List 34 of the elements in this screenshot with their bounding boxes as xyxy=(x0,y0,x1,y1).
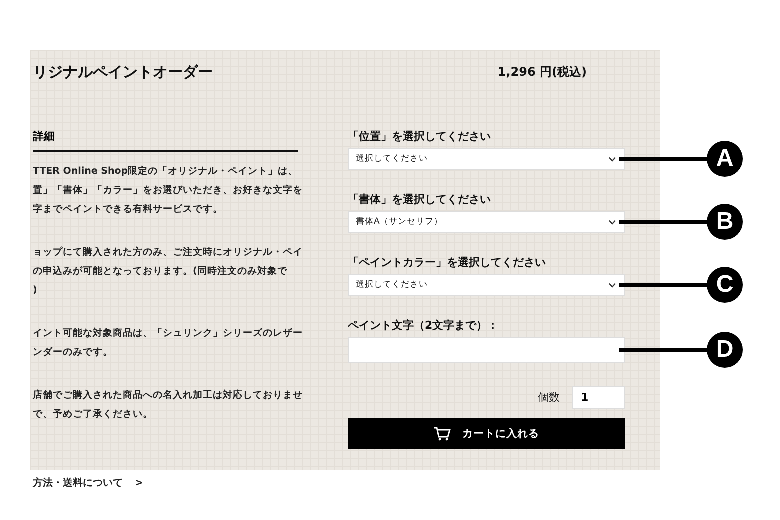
description-text: で、予めご了承ください。 xyxy=(33,408,153,422)
description-text: 置」「書体」「カラー」をお選びいただき、お好きな文字を xyxy=(33,184,303,198)
callout-badge: C xyxy=(707,267,743,303)
quantity-label: 個数 xyxy=(538,390,560,405)
chevron-down-icon xyxy=(609,220,616,224)
description-text: ョップにて購入された方のみ、ご注文時にオリジナル・ペイ xyxy=(33,246,303,260)
callout-badge: B xyxy=(707,204,743,240)
dropdown[interactable]: 選択してください xyxy=(348,148,625,170)
chevron-down-icon xyxy=(609,156,616,162)
price: 1,296 円(税込) xyxy=(498,64,587,80)
quantity-field[interactable]: 1 xyxy=(572,386,625,409)
cart-icon xyxy=(434,426,450,440)
field-label: ペイント文字（2文字まで）： xyxy=(348,318,500,334)
description-text: ) xyxy=(33,284,38,298)
input-field[interactable] xyxy=(348,337,625,363)
field-label: 「ペイントカラー」を選択してください xyxy=(348,255,547,271)
description-text: 店舗でご購入された商品への名入れ加工は対応しておりませ xyxy=(33,388,303,403)
dropdown[interactable]: 書体A（サンセリフ） xyxy=(348,211,625,233)
description-text: の申込みが可能となっております。(同時注文のみ対象で xyxy=(33,264,288,279)
chevron-down-icon xyxy=(609,282,616,288)
page-title: リジナルペイントオーダー xyxy=(33,62,213,82)
shipping-link[interactable]: 方法・送料について xyxy=(33,476,123,490)
field-label: 「位置」を選択してください xyxy=(348,129,492,145)
callout-badge: D xyxy=(707,332,743,368)
description-text: 字までペイントできる有料サービスです。 xyxy=(33,202,223,217)
add-to-cart-button[interactable]: カートに入れる xyxy=(348,418,625,449)
dropdown[interactable]: 選択してください xyxy=(348,274,625,296)
description-text: イント可能な対象商品は、「シュリンク」シリーズのレザー xyxy=(33,326,303,341)
callout-badge: A xyxy=(707,141,743,177)
description-text: ンダーのみです。 xyxy=(33,346,113,360)
chevron-icon: > xyxy=(135,478,144,488)
description-text: TTER Online Shop限定の「オリジナル・ペイント」は、 xyxy=(33,164,298,179)
section-heading: 詳細 xyxy=(33,129,298,152)
field-label: 「書体」を選択してください xyxy=(348,192,492,208)
